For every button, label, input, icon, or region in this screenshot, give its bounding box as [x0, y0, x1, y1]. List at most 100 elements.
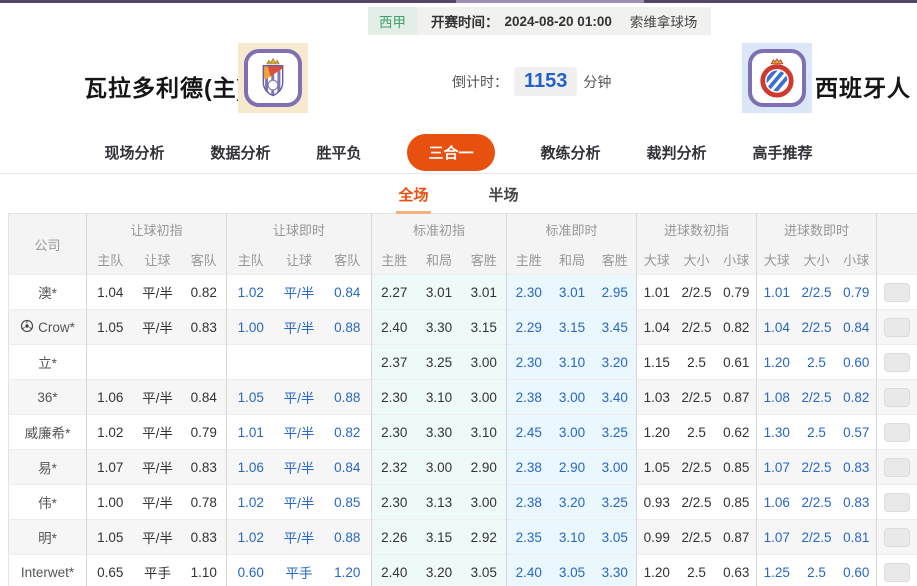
group-header-extra — [876, 213, 917, 275]
odds-cell: 3.10 — [550, 519, 594, 555]
odds-cell: 0.83 — [181, 309, 227, 345]
odds-cell: 平/半 — [274, 519, 324, 555]
nav-tab-6[interactable]: 裁判分析 — [647, 142, 707, 163]
nav-tab-7[interactable]: 高手推荐 — [753, 142, 813, 163]
company-cell[interactable]: Crow* — [8, 309, 87, 345]
company-name[interactable]: 澳* — [38, 286, 57, 301]
odds-cell: 2/2.5 — [796, 519, 837, 555]
odds-cell: 平/半 — [133, 519, 182, 555]
odds-cell: 3.30 — [416, 309, 462, 345]
odds-cell: 0.60 — [836, 554, 877, 586]
nav-tab-1[interactable]: 现场分析 — [104, 142, 164, 163]
odds-cell: 1.15 — [636, 344, 677, 380]
row-extra-cell — [876, 554, 917, 586]
league-badge[interactable]: 西甲 — [368, 7, 417, 35]
company-name[interactable]: 立* — [38, 356, 57, 371]
nav-tab-3[interactable]: 胜平负 — [316, 142, 361, 163]
nav-tab-5[interactable]: 教练分析 — [541, 142, 601, 163]
company-name[interactable]: 易* — [38, 461, 57, 476]
company-name[interactable]: 明* — [38, 531, 57, 546]
match-info-bar: 西甲 开赛时间： 2024-08-20 01:00 索维拿球场 — [368, 7, 712, 35]
row-extra-cell — [876, 519, 917, 555]
table-row: 明* 1.05 平/半 0.83 1.02 平/半 0.88 2.26 3.15 2.92 2.35… — [8, 519, 917, 555]
odds-cell: 0.79 — [181, 414, 227, 450]
away-team-name[interactable]: 西班牙人 — [815, 69, 911, 103]
odds-cell: 0.93 — [636, 484, 677, 520]
odds-cell: 3.13 — [416, 484, 462, 520]
row-action-button[interactable] — [884, 387, 911, 407]
company-name[interactable]: 36* — [37, 390, 57, 405]
company-name[interactable]: Crow* — [38, 320, 75, 335]
odds-cell: 2.45 — [506, 414, 551, 450]
odds-cell: 0.78 — [181, 484, 227, 520]
odds-cell: 2/2.5 — [796, 309, 837, 345]
odds-cell: 1.02 — [226, 484, 275, 520]
odds-cell: 2/2.5 — [676, 309, 717, 345]
nav-tab-4[interactable]: 三合一 — [407, 133, 495, 171]
match-header: 瓦拉多利德(主) 倒计时： 1153 分钟 西班牙人 — [0, 39, 917, 131]
odds-cell: 1.07 — [86, 449, 134, 485]
period-tab-1[interactable]: 全场 — [396, 176, 431, 214]
row-action-button[interactable] — [884, 492, 911, 512]
period-tab-2[interactable]: 半场 — [487, 176, 521, 214]
company-name[interactable]: 伟* — [38, 496, 57, 511]
espanyol-crest-icon — [748, 49, 806, 107]
odds-cell: 1.02 — [226, 519, 275, 555]
row-action-button[interactable] — [884, 562, 911, 582]
odds-cell: 0.88 — [323, 519, 372, 555]
odds-cell: 3.10 — [550, 344, 594, 380]
away-team-logo[interactable] — [742, 43, 812, 113]
countdown: 倒计时： 1153 分钟 — [452, 67, 611, 96]
company-cell[interactable]: 澳* — [8, 274, 87, 310]
odds-cell — [323, 344, 372, 380]
table-row: 威廉希* 1.02 平/半 0.79 1.01 平/半 0.82 2.30 3.30 3.10 2.… — [8, 414, 917, 450]
odds-cell: 1.20 — [636, 414, 677, 450]
odds-cell: 1.20 — [323, 554, 372, 586]
odds-cell — [133, 344, 182, 380]
odds-cell: 0.83 — [181, 449, 227, 485]
odds-cell: 0.83 — [836, 484, 877, 520]
odds-cell: 1.01 — [756, 274, 797, 310]
odds-cell: 2/2.5 — [676, 449, 717, 485]
kickoff-time: 开赛时间： 2024-08-20 01:00 — [417, 7, 626, 35]
company-name[interactable]: 威廉希* — [25, 426, 71, 441]
group-header-2: 让球即时 — [226, 213, 372, 245]
row-action-button[interactable] — [884, 422, 911, 442]
odds-cell: 平/半 — [133, 309, 182, 345]
sub-header: 大球 — [636, 244, 677, 275]
row-action-button[interactable] — [884, 282, 911, 302]
scroll-thumb[interactable] — [456, 0, 644, 3]
sub-header: 小球 — [716, 244, 757, 275]
company-cell[interactable]: 伟* — [8, 484, 87, 520]
odds-cell: 平/半 — [133, 414, 182, 450]
row-action-button[interactable] — [884, 352, 911, 372]
company-cell[interactable]: 明* — [8, 519, 87, 555]
company-cell[interactable]: 威廉希* — [8, 414, 87, 450]
company-name[interactable]: Interwet* — [21, 565, 74, 580]
home-team-logo[interactable] — [238, 43, 308, 113]
odds-cell: 1.03 — [636, 379, 677, 415]
row-action-button[interactable] — [884, 457, 911, 477]
odds-cell: 3.05 — [550, 554, 594, 586]
row-action-button[interactable] — [884, 527, 911, 547]
home-team-name[interactable]: 瓦拉多利德(主) — [84, 69, 245, 103]
odds-cell — [226, 344, 275, 380]
table-row: 36* 1.06 平/半 0.84 1.05 平/半 0.88 2.30 3.10 3.00 2.3… — [8, 379, 917, 415]
odds-cell: 2.5 — [676, 344, 717, 380]
odds-cell: 1.05 — [86, 309, 134, 345]
row-action-button[interactable] — [884, 317, 911, 337]
odds-cell: 0.57 — [836, 414, 877, 450]
nav-tab-2[interactable]: 数据分析 — [210, 142, 270, 163]
odds-cell: 1.06 — [86, 379, 134, 415]
info-row: 西甲 开赛时间： 2024-08-20 01:00 索维拿球场 — [0, 3, 917, 39]
odds-cell: 1.20 — [636, 554, 677, 586]
sub-header: 主胜 — [506, 244, 551, 275]
company-cell[interactable]: 易* — [8, 449, 87, 485]
odds-cell: 1.05 — [86, 519, 134, 555]
company-cell[interactable]: 立* — [8, 344, 87, 380]
company-cell[interactable]: Interwet* — [8, 554, 87, 586]
odds-cell: 2.26 — [371, 519, 417, 555]
kickoff-value: 2024-08-20 01:00 — [504, 13, 612, 29]
company-cell[interactable]: 36* — [8, 379, 87, 415]
top-scroll-strip — [0, 0, 917, 3]
